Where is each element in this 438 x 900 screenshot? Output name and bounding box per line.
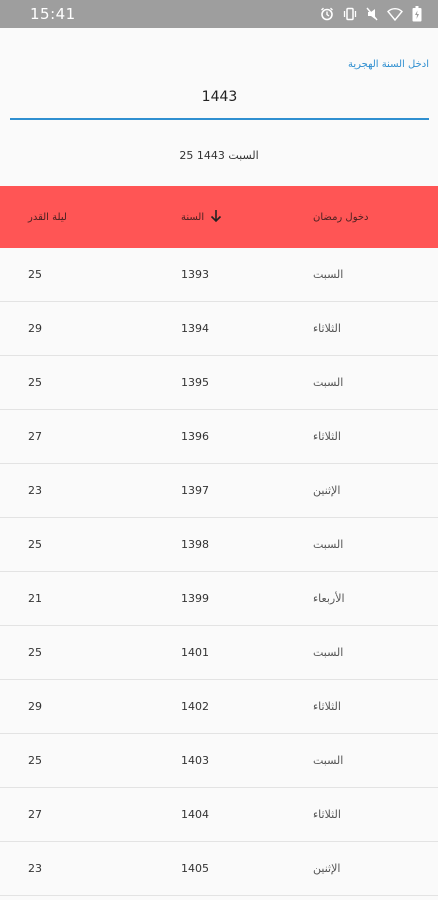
cell-ramadan-entry: الثلاثاء	[313, 808, 341, 821]
table-row[interactable]: 29 1394 الثلاثاء	[0, 302, 438, 356]
cell-ramadan-entry: الثلاثاء	[313, 322, 341, 335]
cell-year: 1397	[181, 484, 209, 497]
table-row[interactable]: 25 1395 السبت	[0, 356, 438, 410]
cell-year: 1402	[181, 700, 209, 713]
arrow-down-icon	[210, 209, 222, 226]
cell-year: 1396	[181, 430, 209, 443]
status-bar: 15:41	[0, 0, 438, 28]
cell-laila-al-qadr: 25	[28, 268, 42, 281]
cell-laila-al-qadr: 25	[28, 538, 42, 551]
status-icons	[320, 6, 422, 22]
table-row[interactable]: 29 1402 الثلاثاء	[0, 680, 438, 734]
vibrate-icon	[343, 7, 357, 21]
cell-laila-al-qadr: 25	[28, 376, 42, 389]
header-laila-label: ليلة القدر	[28, 211, 67, 223]
table-row[interactable]: 21 1399 الأربعاء	[0, 572, 438, 626]
table-row[interactable]: 27 1404 الثلاثاء	[0, 788, 438, 842]
status-time: 15:41	[30, 5, 76, 23]
header-entry-label: دخول رمضان	[313, 211, 369, 223]
cell-laila-al-qadr: 29	[28, 700, 42, 713]
cell-ramadan-entry: السبت	[313, 754, 344, 767]
cell-year: 1399	[181, 592, 209, 605]
mute-icon	[366, 7, 378, 21]
header-year[interactable]: السنة	[181, 186, 222, 248]
cell-ramadan-entry: الثلاثاء	[313, 430, 341, 443]
table-row[interactable]: 27 1396 الثلاثاء	[0, 410, 438, 464]
table-row[interactable]: 23 1397 الإثنين	[0, 464, 438, 518]
year-input-label: ادخل السنة الهجرية	[347, 59, 429, 70]
header-year-label: السنة	[181, 211, 205, 223]
cell-ramadan-entry: السبت	[313, 268, 344, 281]
hijri-year-input[interactable]	[10, 88, 429, 120]
table-row[interactable]: 25 1403 السبت	[0, 734, 438, 788]
cell-year: 1395	[181, 376, 209, 389]
table-header: ليلة القدر السنة دخول رمضان	[0, 186, 438, 248]
cell-year: 1398	[181, 538, 209, 551]
cell-ramadan-entry: الأربعاء	[313, 592, 345, 605]
cell-year: 1403	[181, 754, 209, 767]
cell-ramadan-entry: الإثنين	[313, 862, 341, 875]
table-row[interactable]: 25 1401 السبت	[0, 626, 438, 680]
cell-laila-al-qadr: 27	[28, 430, 42, 443]
table-body: 25 1393 السبت 29 1394 الثلاثاء 25 1395 السبت 27 13…	[0, 248, 438, 896]
cell-ramadan-entry: السبت	[313, 376, 344, 389]
cell-laila-al-qadr: 21	[28, 592, 42, 605]
result-text: السبت 1443 25	[179, 149, 259, 162]
cell-laila-al-qadr: 29	[28, 322, 42, 335]
table-row[interactable]: 23 1405 الإثنين	[0, 842, 438, 896]
battery-icon	[412, 6, 422, 22]
cell-laila-al-qadr: 25	[28, 646, 42, 659]
table-row[interactable]: 25 1398 السبت	[0, 518, 438, 572]
cell-laila-al-qadr: 23	[28, 484, 42, 497]
header-ramadan-entry[interactable]: دخول رمضان	[313, 186, 369, 248]
table-row[interactable]: 25 1393 السبت	[0, 248, 438, 302]
wifi-icon	[387, 7, 403, 21]
cell-laila-al-qadr: 23	[28, 862, 42, 875]
cell-ramadan-entry: الإثنين	[313, 484, 341, 497]
cell-ramadan-entry: السبت	[313, 646, 344, 659]
cell-laila-al-qadr: 27	[28, 808, 42, 821]
alarm-icon	[320, 7, 334, 21]
cell-year: 1393	[181, 268, 209, 281]
header-laila-al-qadr[interactable]: ليلة القدر	[28, 186, 67, 248]
cell-year: 1404	[181, 808, 209, 821]
cell-laila-al-qadr: 25	[28, 754, 42, 767]
cell-ramadan-entry: السبت	[313, 538, 344, 551]
cell-year: 1405	[181, 862, 209, 875]
cell-year: 1394	[181, 322, 209, 335]
cell-year: 1401	[181, 646, 209, 659]
year-input-section: ادخل السنة الهجرية	[10, 28, 429, 120]
cell-ramadan-entry: الثلاثاء	[313, 700, 341, 713]
